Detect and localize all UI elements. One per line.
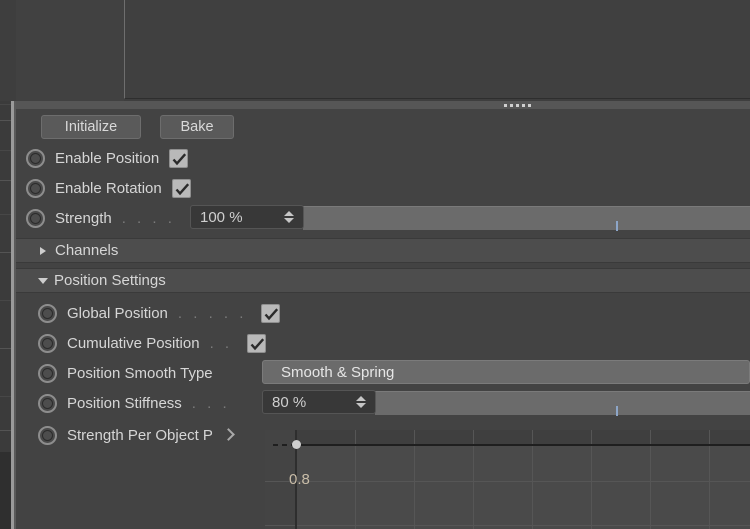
position-smooth-type-label: Position Smooth Type — [67, 364, 213, 382]
global-position-checkbox[interactable] — [260, 303, 280, 323]
initialize-button[interactable]: Initialize — [41, 115, 141, 139]
position-stiffness-stepper[interactable] — [351, 396, 375, 408]
position-stiffness-leader-dots: . . . — [191, 394, 231, 412]
animate-bullet-icon[interactable] — [38, 303, 57, 323]
row-global-position[interactable]: Global Position . . . . . — [16, 300, 750, 326]
strength-leader-dots: . . . . — [121, 209, 176, 227]
curve-knot-point[interactable] — [292, 440, 301, 449]
position-stiffness-label: Position Stiffness — [67, 394, 182, 412]
strength-slider-marker — [616, 221, 618, 231]
animate-bullet-icon[interactable] — [38, 363, 57, 383]
row-enable-position[interactable]: Enable Position — [16, 145, 750, 171]
graph-header-band — [265, 430, 750, 445]
position-stiffness-slider-track[interactable] — [375, 391, 750, 416]
section-channels-label: Channels — [55, 242, 119, 259]
section-channels[interactable]: Channels — [16, 238, 750, 263]
strength-value: 100 % — [200, 208, 243, 226]
bake-button-label: Bake — [180, 119, 214, 135]
check-icon — [264, 307, 279, 320]
cumulative-position-checkbox[interactable] — [246, 333, 266, 353]
graph-y-axis-label: 0.8 — [289, 471, 310, 488]
ruler-strip-footer — [0, 452, 11, 529]
animate-bullet-icon[interactable] — [26, 148, 45, 168]
global-position-label: Global Position — [67, 304, 168, 322]
check-icon — [250, 337, 264, 350]
bake-button[interactable]: Bake — [160, 115, 234, 139]
strength-per-object-label: Strength Per Object P — [67, 426, 213, 444]
animate-bullet-icon[interactable] — [26, 178, 45, 198]
enable-rotation-checkbox[interactable] — [171, 178, 191, 198]
upper-panel-right — [124, 0, 750, 99]
strength-label: Strength — [55, 209, 112, 227]
graph-gridline-h — [265, 481, 750, 482]
curve-line[interactable] — [297, 444, 750, 446]
animate-bullet-icon[interactable] — [26, 208, 45, 228]
section-position-settings-label: Position Settings — [54, 272, 166, 289]
check-icon — [175, 182, 189, 195]
strength-input[interactable]: 100 % — [190, 205, 304, 229]
horizontal-splitter[interactable] — [16, 101, 750, 109]
position-smooth-type-dropdown[interactable]: Smooth & Spring — [262, 360, 750, 384]
cumulative-position-leader-dots: . . — [209, 334, 233, 352]
animate-bullet-icon[interactable] — [38, 333, 57, 353]
strength-stepper[interactable] — [279, 211, 303, 223]
cumulative-position-label: Cumulative Position — [67, 334, 200, 352]
initialize-button-label: Initialize — [64, 119, 118, 135]
upper-viewport-zone — [0, 0, 750, 101]
triangle-down-icon — [38, 277, 48, 284]
position-smooth-type-value: Smooth & Spring — [281, 363, 395, 381]
chevron-right-icon[interactable] — [223, 428, 232, 442]
check-icon — [172, 152, 187, 165]
enable-position-label: Enable Position — [55, 149, 160, 167]
position-stiffness-slider-marker — [616, 406, 618, 416]
enable-position-checkbox[interactable] — [169, 148, 189, 168]
global-position-leader-dots: . . . . . — [177, 304, 247, 322]
splitter-grip-icon — [504, 104, 531, 107]
section-position-settings[interactable]: Position Settings — [16, 268, 750, 293]
position-stiffness-value: 80 % — [272, 393, 307, 411]
triangle-right-icon — [40, 246, 46, 255]
animate-bullet-icon[interactable] — [38, 393, 57, 413]
position-stiffness-input[interactable]: 80 % — [262, 390, 376, 414]
row-cumulative-position[interactable]: Cumulative Position . . — [16, 330, 750, 356]
spline-curve-editor[interactable]: 0.8 — [265, 430, 750, 529]
enable-rotation-label: Enable Rotation — [55, 179, 162, 197]
animate-bullet-icon[interactable] — [38, 425, 57, 445]
strength-slider-track[interactable] — [303, 206, 750, 231]
row-enable-rotation[interactable]: Enable Rotation — [16, 175, 750, 201]
upper-panel-left — [16, 0, 124, 101]
graph-gridline-h — [265, 525, 750, 526]
